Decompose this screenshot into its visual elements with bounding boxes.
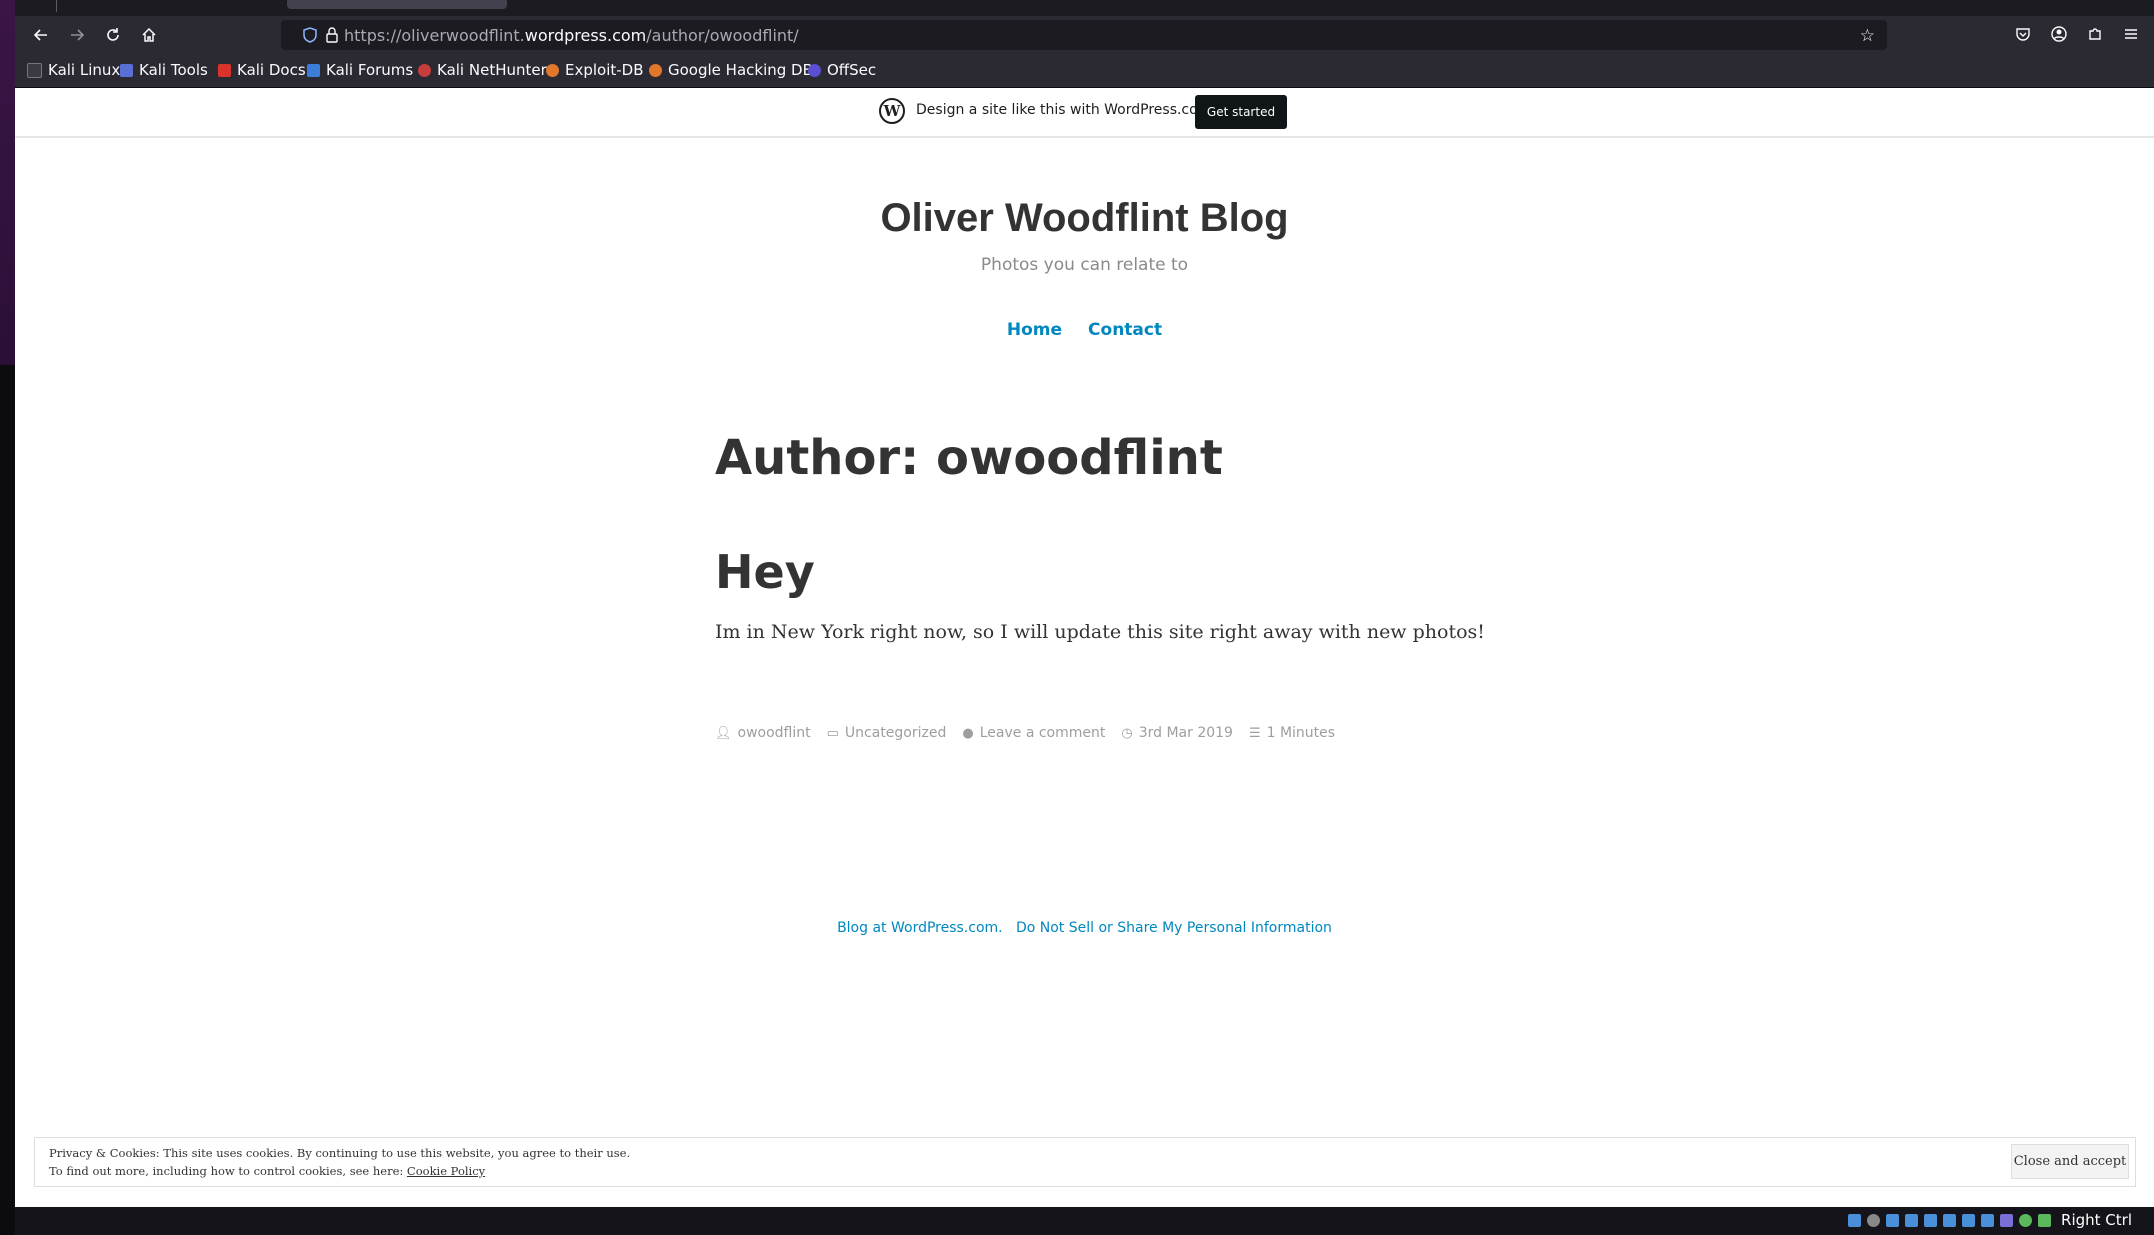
tray-globe-icon[interactable] bbox=[2019, 1213, 2033, 1227]
wordpress-logo-icon[interactable]: W bbox=[879, 98, 905, 124]
bookmark-label: OffSec bbox=[827, 61, 877, 79]
meta-date-label: 3rd Mar 2019 bbox=[1138, 725, 1233, 741]
address-bar[interactable]: https://oliverwoodflint.wordpress.com/au… bbox=[281, 20, 1887, 50]
ghdb-icon bbox=[649, 63, 662, 77]
back-arrow-icon[interactable] bbox=[25, 19, 57, 51]
comment-icon: ● bbox=[962, 725, 974, 741]
tray-status-icon[interactable] bbox=[2038, 1213, 2052, 1227]
web-page: W Design a site like this with WordPress… bbox=[15, 88, 2154, 1207]
tray-vm-icon[interactable] bbox=[2000, 1213, 2014, 1227]
meta-read-time-label: 1 Minutes bbox=[1266, 725, 1336, 741]
cookie-banner: Privacy & Cookies: This site uses cookie… bbox=[34, 1137, 2136, 1187]
bookmark-label: Google Hacking DB bbox=[668, 61, 813, 79]
meta-author-label: owoodflint bbox=[737, 725, 811, 741]
tab-strip bbox=[15, 0, 2154, 16]
exploit-db-icon bbox=[546, 63, 559, 77]
meta-comments-label: Leave a comment bbox=[979, 725, 1106, 741]
tray-pen-icon[interactable] bbox=[1924, 1213, 1938, 1227]
folder-icon: ▭ bbox=[826, 725, 839, 741]
bookmarks-toolbar: Kali Linux Kali Tools Kali Docs Kali For… bbox=[15, 54, 2154, 88]
kali-docs-icon bbox=[218, 63, 231, 77]
bookmark-kali-nethunter[interactable]: Kali NetHunter bbox=[418, 61, 547, 79]
menu-hamburger-icon[interactable] bbox=[2123, 26, 2139, 46]
tab-separator bbox=[56, 0, 57, 12]
tray-app-icon[interactable] bbox=[1848, 1213, 1862, 1227]
bookmark-label: Kali Forums bbox=[326, 61, 414, 79]
extensions-icon[interactable] bbox=[2087, 26, 2103, 46]
tray-disc-icon[interactable] bbox=[1867, 1213, 1881, 1227]
site-title[interactable]: Oliver Woodflint Blog bbox=[15, 196, 2154, 241]
host-taskbar: Right Ctrl bbox=[15, 1207, 2154, 1235]
meta-category[interactable]: ▭ Uncategorized bbox=[827, 725, 947, 741]
main-menu: Home Contact bbox=[15, 320, 2154, 340]
clock-icon: ◷ bbox=[1121, 725, 1133, 741]
list-icon: ☰ bbox=[1248, 725, 1261, 741]
tray-display-icon[interactable] bbox=[1905, 1213, 1919, 1227]
menu-item-home[interactable]: Home bbox=[1007, 320, 1062, 340]
home-icon[interactable] bbox=[133, 19, 165, 51]
account-icon[interactable] bbox=[2051, 26, 2067, 46]
cookie-line-2: To find out more, including how to contr… bbox=[49, 1164, 407, 1178]
pocket-icon[interactable] bbox=[2015, 26, 2031, 46]
system-tray: Right Ctrl bbox=[1848, 1211, 2132, 1229]
wordpress-promo-bar: W Design a site like this with WordPress… bbox=[15, 88, 2154, 138]
promo-text[interactable]: Design a site like this with WordPress.c… bbox=[916, 102, 1211, 118]
cookie-policy-link[interactable]: Cookie Policy bbox=[407, 1164, 485, 1178]
bookmark-kali-linux[interactable]: Kali Linux bbox=[27, 61, 120, 79]
tracking-shield-icon[interactable] bbox=[303, 27, 317, 47]
host-key-label: Right Ctrl bbox=[2061, 1211, 2132, 1229]
tray-screen-icon[interactable] bbox=[1962, 1213, 1976, 1227]
bookmark-label: Kali Docs bbox=[237, 61, 306, 79]
active-tab[interactable] bbox=[287, 0, 507, 9]
meta-author[interactable]: 👤︎ owoodflint bbox=[715, 725, 811, 741]
archive-heading: Author: owoodflint bbox=[715, 430, 1223, 486]
kali-forums-icon bbox=[307, 63, 320, 77]
post-body: Im in New York right now, so I will upda… bbox=[715, 621, 1485, 643]
offsec-icon bbox=[808, 63, 821, 77]
tray-window-icon[interactable] bbox=[1981, 1213, 1995, 1227]
nethunter-icon bbox=[418, 63, 431, 77]
forward-arrow-icon[interactable] bbox=[61, 19, 93, 51]
navigation-toolbar: https://oliverwoodflint.wordpress.com/au… bbox=[15, 16, 2154, 54]
meta-read-time: ☰ 1 Minutes bbox=[1249, 725, 1335, 741]
browser-window: https://oliverwoodflint.wordpress.com/au… bbox=[15, 0, 2154, 1207]
post-meta: 👤︎ owoodflint ▭ Uncategorized ● Leave a com… bbox=[715, 725, 1335, 741]
kali-dragon-icon bbox=[27, 62, 42, 78]
url-host: wordpress.com bbox=[524, 26, 647, 45]
tray-network-icon[interactable] bbox=[1886, 1213, 1900, 1227]
post-title[interactable]: Hey bbox=[715, 545, 815, 599]
site-footer: Blog at WordPress.com. Do Not Sell or Sh… bbox=[15, 920, 2154, 936]
site-description: Photos you can relate to bbox=[980, 255, 1189, 275]
blog-at-wordpress-link[interactable]: Blog at WordPress.com. bbox=[837, 920, 1003, 936]
bookmark-label: Exploit-DB bbox=[565, 61, 644, 79]
bookmark-label: Kali Linux bbox=[48, 61, 121, 79]
meta-date[interactable]: ◷ 3rd Mar 2019 bbox=[1121, 725, 1233, 741]
bookmark-offsec[interactable]: OffSec bbox=[808, 61, 876, 79]
url-text[interactable]: https://oliverwoodflint.wordpress.com/au… bbox=[344, 26, 799, 45]
do-not-sell-link[interactable]: Do Not Sell or Share My Personal Informa… bbox=[1016, 920, 1332, 936]
url-prefix: https://oliverwoodflint. bbox=[344, 26, 525, 45]
person-icon: 👤︎ bbox=[715, 725, 732, 741]
url-path: /author/owoodflint/ bbox=[646, 26, 799, 45]
bookmark-kali-tools[interactable]: Kali Tools bbox=[120, 61, 208, 79]
close-and-accept-button[interactable]: Close and accept bbox=[2011, 1144, 2129, 1179]
bookmark-star-icon[interactable]: ☆ bbox=[1860, 26, 1875, 46]
bookmark-google-hacking-db[interactable]: Google Hacking DB bbox=[649, 61, 813, 79]
bookmark-exploit-db[interactable]: Exploit-DB bbox=[546, 61, 644, 79]
cookie-text: Privacy & Cookies: This site uses cookie… bbox=[49, 1144, 630, 1180]
desktop-wallpaper bbox=[0, 0, 15, 365]
cookie-line-1: Privacy & Cookies: This site uses cookie… bbox=[49, 1146, 631, 1160]
bookmark-kali-docs[interactable]: Kali Docs bbox=[218, 61, 306, 79]
meta-comments[interactable]: ● Leave a comment bbox=[962, 725, 1105, 741]
bookmark-kali-forums[interactable]: Kali Forums bbox=[307, 61, 413, 79]
bookmark-label: Kali Tools bbox=[139, 61, 208, 79]
kali-tools-icon bbox=[120, 63, 133, 77]
get-started-button[interactable]: Get started bbox=[1195, 95, 1287, 129]
lock-icon[interactable] bbox=[326, 27, 338, 47]
tray-folder-icon[interactable] bbox=[1943, 1213, 1957, 1227]
reload-icon[interactable] bbox=[97, 19, 129, 51]
meta-category-label: Uncategorized bbox=[844, 725, 947, 741]
bookmark-label: Kali NetHunter bbox=[437, 61, 547, 79]
menu-item-contact[interactable]: Contact bbox=[1088, 320, 1162, 340]
